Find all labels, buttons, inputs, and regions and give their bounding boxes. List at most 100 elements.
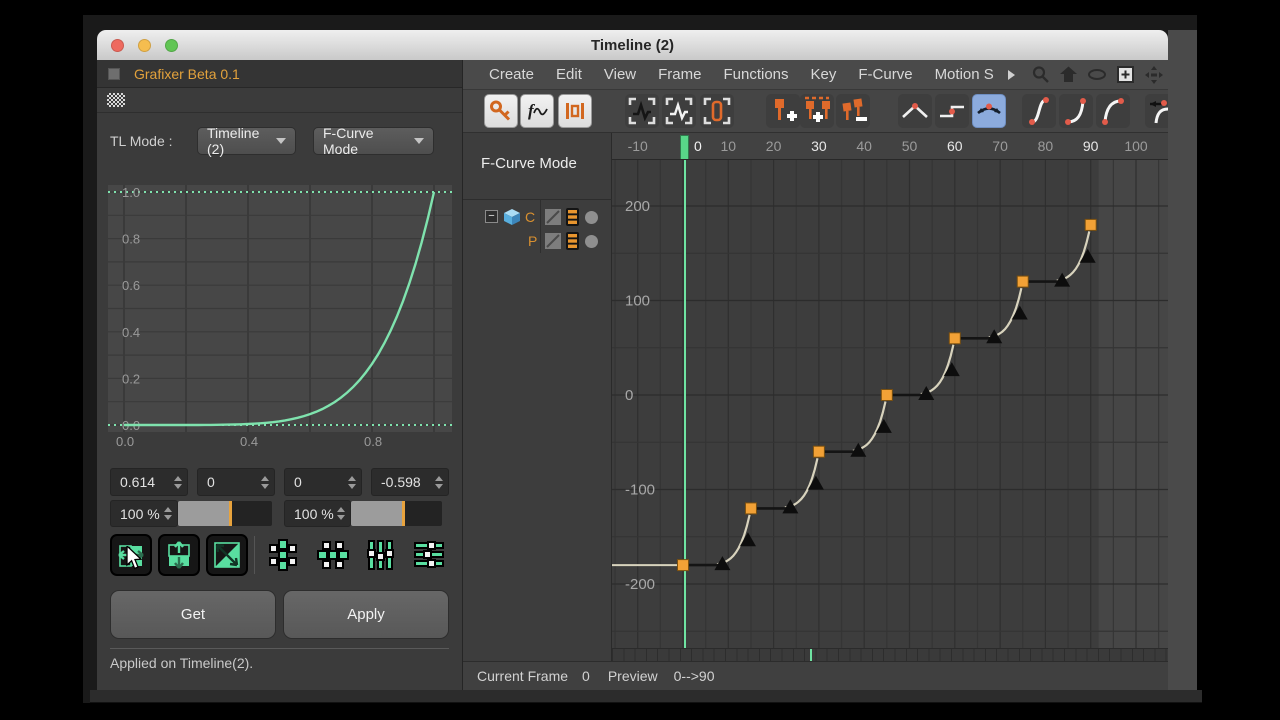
ruler-tick-label: 10 [721,138,737,154]
menu-edit[interactable]: Edit [556,66,582,83]
linear-tangent-button[interactable] [898,94,932,128]
menubar: Create Edit View Frame Functions Key F-Curve Mo… [463,60,1168,90]
ruler-tick-label: 0 [694,138,702,154]
drag-grip-icon[interactable] [107,93,125,107]
stepper-icon[interactable] [164,507,172,520]
ease-ease-button[interactable] [1022,94,1056,128]
tree-row-track[interactable]: P [463,229,612,253]
delete-key-button[interactable] [836,94,870,128]
strength-value-2: 100 % [294,506,337,522]
mode-select-dropdown[interactable]: F-Curve Mode [313,127,434,155]
param-value-4: -0.598 [381,474,435,490]
param-field-2[interactable]: 0 [197,468,275,496]
collapse-icon[interactable]: − [485,210,498,223]
frame-all-icon[interactable] [1116,65,1135,84]
strength-field-2[interactable]: 100 % [284,500,351,527]
menu-functions[interactable]: Functions [723,66,788,83]
mute-dot-icon[interactable] [585,211,598,224]
strength-field-1[interactable]: 100 % [110,500,178,527]
window-bottom-strip [90,690,1202,703]
stepper-icon[interactable] [348,476,356,489]
current-frame-label: Current Frame [477,668,568,684]
strength-slider-1[interactable] [178,501,272,526]
svg-text:0: 0 [625,387,633,404]
titlebar[interactable]: Timeline (2) [97,30,1168,60]
mute-dot-icon[interactable] [585,235,598,248]
curve-selection-button[interactable] [662,94,696,128]
home-icon[interactable] [1059,65,1078,84]
chevron-down-icon [276,138,286,144]
param-field-4[interactable]: -0.598 [371,468,449,496]
strength-slider-2[interactable] [351,501,442,526]
timeline-panel: Create Edit View Frame Functions Key F-Curve Mo… [463,60,1168,690]
menu-create[interactable]: Create [489,66,534,83]
timeline-tick-band[interactable] [612,648,1168,661]
menu-frame[interactable]: Frame [658,66,701,83]
layer-icon[interactable] [545,209,561,225]
param-field-1[interactable]: 0.614 [110,468,188,496]
svg-text:0.4: 0.4 [240,434,258,449]
ease-in-button[interactable] [1059,94,1093,128]
ease-out-button[interactable] [1096,94,1130,128]
fcurve-icon: f [524,98,550,124]
slider-handle[interactable] [402,501,405,526]
keyframe-selection-button[interactable] [625,94,659,128]
menu-f-curve[interactable]: F-Curve [858,66,912,83]
align-columns-button[interactable] [262,534,304,576]
svg-text:0.8: 0.8 [364,434,382,449]
keyframe-track-icon[interactable] [566,232,579,250]
align-rows-button[interactable] [312,534,354,576]
grafixer-checkbox[interactable] [108,68,120,80]
region-oval-icon[interactable] [1087,65,1107,84]
ease-out-icon [1098,96,1128,126]
frame-ruler[interactable]: -100102030405060708090100 [612,133,1168,160]
tree-mode-label: F-Curve Mode [481,155,577,172]
flip-diagonal-button[interactable] [206,534,248,576]
keyframe-point [745,503,756,514]
stepper-icon[interactable] [337,507,345,520]
add-keys-icon [801,95,833,127]
slider-handle[interactable] [229,501,232,526]
svg-text:100: 100 [625,293,650,310]
ruler-tick-label: 90 [1083,138,1099,154]
menu-overflow-icon[interactable] [1008,70,1015,80]
menu-motion-s[interactable]: Motion S [935,66,994,83]
stagger-columns-icon [364,538,398,572]
keyframe-track-icon[interactable] [566,208,579,226]
add-key-button[interactable] [766,94,800,128]
stepper-icon[interactable] [435,476,443,489]
stagger-columns-button[interactable] [360,534,402,576]
apply-button[interactable]: Apply [283,590,449,639]
svg-text:0.0: 0.0 [116,434,134,449]
curve-preview-chart[interactable]: 1.00.80.60.40.20.00.00.40.8 [108,185,452,451]
region-selection-button[interactable] [700,94,734,128]
param-field-3[interactable]: 0 [284,468,362,496]
key-view-button[interactable] [484,94,518,128]
layer-icon[interactable] [545,233,561,249]
move-icon[interactable] [1144,65,1164,85]
timeline-select-dropdown[interactable]: Timeline (2) [197,127,296,155]
motion-view-button[interactable] [558,94,592,128]
stagger-rows-button[interactable] [408,534,450,576]
search-icon[interactable] [1031,65,1050,84]
smooth-tangent-button[interactable] [972,94,1006,128]
stepper-icon[interactable] [174,476,182,489]
ease-ease-icon [1024,96,1054,126]
get-button[interactable]: Get [110,590,276,639]
menu-key[interactable]: Key [811,66,837,83]
menu-view[interactable]: View [604,66,636,83]
step-tangent-button[interactable] [935,94,969,128]
fcurve-view-button[interactable]: f [520,94,554,128]
zero-tangent-button[interactable] [1145,94,1168,128]
add-keys-button[interactable] [800,94,834,128]
svg-text:0.8: 0.8 [122,232,140,247]
smooth-tangent-icon [974,96,1004,126]
tree-row-object[interactable]: − C [463,205,612,229]
param-value-3: 0 [294,474,348,490]
playhead-handle[interactable] [680,135,689,160]
selection-light-curve-icon [663,95,695,127]
flip-vertical-button[interactable] [158,534,200,576]
fcurve-graph[interactable]: 2001000-100-200 [612,160,1168,648]
svg-text:0.2: 0.2 [122,371,140,386]
stepper-icon[interactable] [261,476,269,489]
